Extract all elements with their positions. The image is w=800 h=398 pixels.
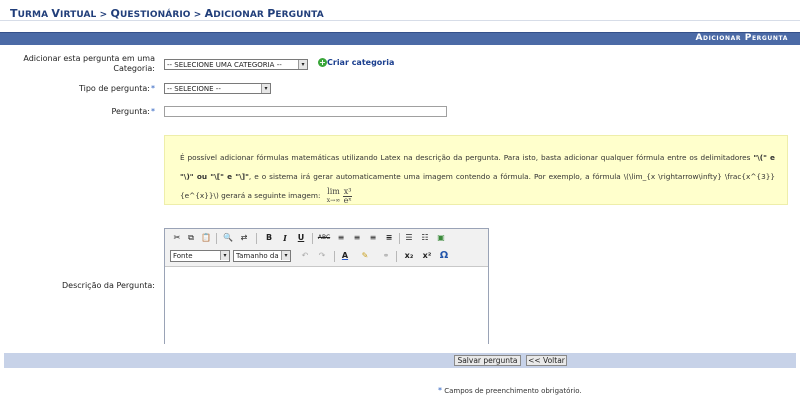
breadcrumb-questionario[interactable]: QUESTIONÁRIO bbox=[111, 7, 191, 20]
description-label: Descrição da Pergunta: bbox=[62, 281, 155, 290]
form-footer-bar bbox=[4, 353, 796, 368]
latex-info-box: É possível adicionar fórmulas matemática… bbox=[164, 135, 788, 205]
strikethrough-button[interactable]: ABC bbox=[316, 232, 332, 244]
highlight-color-icon[interactable]: ✎ bbox=[359, 250, 371, 262]
link-icon[interactable]: ⚭ bbox=[380, 250, 392, 262]
undo-icon[interactable]: ↶ bbox=[299, 250, 311, 262]
bullet-list-icon[interactable]: ☰ bbox=[403, 232, 415, 244]
chevron-down-icon: ▾ bbox=[281, 251, 290, 260]
italic-button[interactable]: I bbox=[279, 232, 291, 244]
form-title: Adicionar Pergunta bbox=[695, 33, 788, 43]
chevron-down-icon: ▾ bbox=[298, 60, 307, 69]
superscript-button[interactable]: x² bbox=[421, 250, 433, 262]
toolbar-divider bbox=[256, 233, 257, 244]
numbered-list-icon[interactable]: ☷ bbox=[419, 232, 431, 244]
category-select[interactable]: -- SELECIONE UMA CATEGORIA -- ▾ bbox=[164, 59, 308, 70]
text-color-button[interactable]: A bbox=[339, 250, 351, 262]
category-label: Adicionar esta pergunta em uma Categoria… bbox=[23, 54, 155, 73]
type-label: Tipo de pergunta: bbox=[78, 84, 150, 93]
toolbar-divider bbox=[216, 233, 217, 244]
back-button[interactable]: << Voltar bbox=[526, 355, 567, 366]
add-icon: + bbox=[318, 58, 327, 67]
question-input[interactable] bbox=[164, 106, 447, 117]
rich-text-editor: ✂ ⧉ 📋 🔍 ⇄ B I U ABC ≡ ≡ ≡ ≡ ☰ ☷ ▣ Fonte … bbox=[164, 228, 489, 344]
breadcrumb-adicionar-pergunta: ADICIONAR PERGUNTA bbox=[204, 7, 324, 20]
toolbar-divider bbox=[399, 233, 400, 244]
question-type-select[interactable]: -- SELECIONE -- ▾ bbox=[164, 83, 271, 94]
create-category-link[interactable]: +Criar categoria bbox=[318, 58, 394, 67]
form-header-bar bbox=[0, 32, 800, 45]
required-note: * Campos de preenchimento obrigatório. bbox=[438, 386, 582, 395]
underline-button[interactable]: U bbox=[295, 232, 307, 244]
formula-image: lim x→∞ x³ eˣ bbox=[326, 187, 353, 205]
insert-image-icon[interactable]: ▣ bbox=[435, 232, 447, 244]
align-right-icon[interactable]: ≡ bbox=[367, 232, 379, 244]
required-star: * bbox=[151, 84, 155, 93]
font-select[interactable]: Fonte ▾ bbox=[170, 250, 230, 262]
question-label: Pergunta: bbox=[111, 107, 150, 116]
toolbar-divider bbox=[312, 233, 313, 244]
chevron-down-icon: ▾ bbox=[220, 251, 229, 260]
chevron-down-icon: ▾ bbox=[261, 84, 270, 93]
copy-icon[interactable]: ⧉ bbox=[185, 232, 197, 244]
editor-toolbar-row-2: Fonte ▾ Tamanho da F ▾ ↶ ↷ A ✎ ⚭ x₂ x² Ω bbox=[165, 248, 488, 265]
toolbar-divider bbox=[396, 251, 397, 262]
align-center-icon[interactable]: ≡ bbox=[351, 232, 363, 244]
editor-toolbar-row-1: ✂ ⧉ 📋 🔍 ⇄ B I U ABC ≡ ≡ ≡ ≡ ☰ ☷ ▣ bbox=[165, 230, 488, 247]
find-icon[interactable]: 🔍 bbox=[222, 232, 234, 244]
align-left-icon[interactable]: ≡ bbox=[335, 232, 347, 244]
font-size-select[interactable]: Tamanho da F ▾ bbox=[233, 250, 291, 262]
breadcrumb: TURMA VIRTUAL > QUESTIONÁRIO > ADICIONAR… bbox=[10, 7, 324, 20]
bold-button[interactable]: B bbox=[263, 232, 275, 244]
description-editor-area[interactable] bbox=[165, 266, 488, 344]
latex-info-text: É possível adicionar fórmulas matemática… bbox=[180, 153, 776, 205]
required-star: * bbox=[151, 107, 155, 116]
breadcrumb-turma-virtual[interactable]: TURMA VIRTUAL bbox=[10, 7, 96, 20]
save-question-button[interactable]: Salvar pergunta bbox=[454, 355, 521, 366]
special-character-button[interactable]: Ω bbox=[438, 250, 450, 262]
replace-icon[interactable]: ⇄ bbox=[238, 232, 250, 244]
breadcrumb-separator: > bbox=[190, 10, 205, 20]
subscript-button[interactable]: x₂ bbox=[403, 250, 415, 262]
redo-icon[interactable]: ↷ bbox=[316, 250, 328, 262]
toolbar-divider bbox=[334, 251, 335, 262]
cut-icon[interactable]: ✂ bbox=[171, 232, 183, 244]
paste-icon[interactable]: 📋 bbox=[200, 232, 212, 244]
breadcrumb-separator: > bbox=[96, 10, 111, 20]
breadcrumb-divider bbox=[0, 20, 800, 21]
align-justify-icon[interactable]: ≡ bbox=[383, 232, 395, 244]
